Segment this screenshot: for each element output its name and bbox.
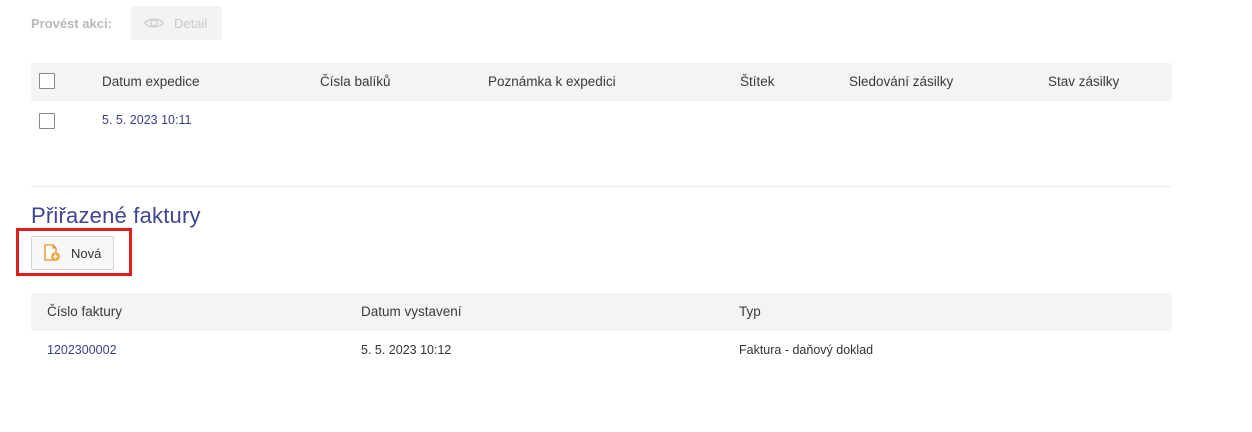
column-datum-vystaveni[interactable]: Datum vystavení [361, 293, 462, 331]
invoice-number-link[interactable]: 1202300002 [47, 331, 117, 369]
select-all-checkbox[interactable] [39, 73, 55, 89]
column-sledovani[interactable]: Sledování zásilky [849, 63, 953, 101]
new-invoice-button[interactable]: Nová [31, 236, 114, 270]
table-row[interactable]: 5. 5. 2023 10:11 [31, 101, 1172, 139]
detail-button[interactable]: Detail [131, 6, 222, 40]
column-datum-expedice[interactable]: Datum expedice [102, 63, 200, 101]
eye-icon [144, 16, 164, 30]
column-stav[interactable]: Stav zásilky [1048, 63, 1119, 101]
order-detail-page: Provést akci: Detail Datum expedice Čísl… [0, 0, 1252, 432]
invoices-table-header: Číslo faktury Datum vystavení Typ [31, 293, 1172, 331]
shipments-table: Datum expedice Čísla balíků Poznámka k e… [31, 63, 1172, 139]
table-row[interactable]: 1202300002 5. 5. 2023 10:12 Faktura - da… [31, 331, 1172, 369]
detail-button-label: Detail [174, 15, 208, 31]
column-typ[interactable]: Typ [739, 293, 761, 331]
row-checkbox[interactable] [39, 113, 55, 129]
column-cisla-baliku[interactable]: Čísla balíků [320, 63, 391, 101]
action-label: Provést akci: [31, 15, 112, 31]
shipments-table-header: Datum expedice Čísla balíků Poznámka k e… [31, 63, 1172, 101]
shipment-date-link[interactable]: 5. 5. 2023 10:11 [102, 101, 191, 139]
column-poznamka[interactable]: Poznámka k expedici [488, 63, 616, 101]
column-cislo-faktury[interactable]: Číslo faktury [47, 293, 122, 331]
section-divider [31, 186, 1172, 187]
column-stitek[interactable]: Štítek [740, 63, 775, 101]
invoices-table: Číslo faktury Datum vystavení Typ 120230… [31, 293, 1172, 369]
invoice-date: 5. 5. 2023 10:12 [361, 343, 452, 357]
invoice-type: Faktura - daňový doklad [739, 343, 874, 357]
invoices-section-title: Přiřazené faktury [31, 203, 201, 228]
new-invoice-button-label: Nová [71, 245, 102, 261]
document-add-icon [43, 244, 61, 262]
action-bar: Provést akci: Detail [31, 6, 222, 40]
